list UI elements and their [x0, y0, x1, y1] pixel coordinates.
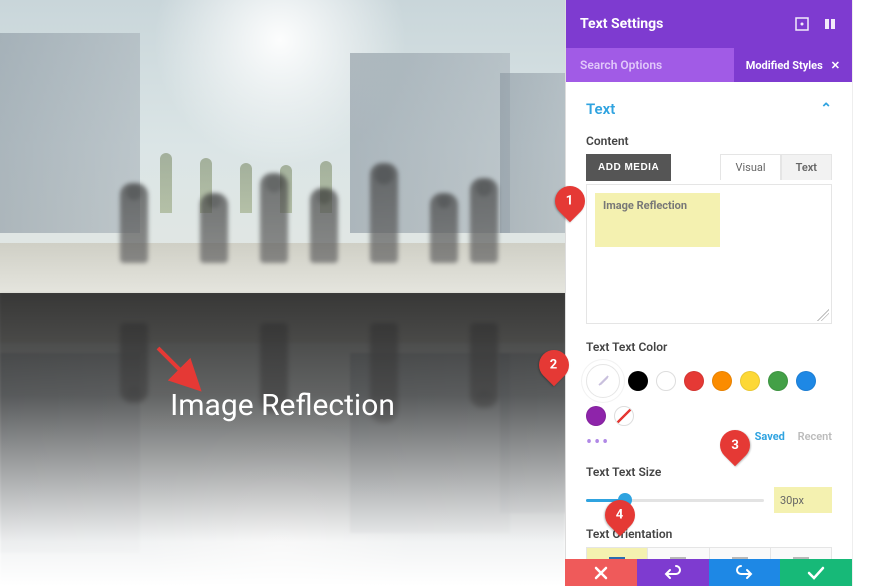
search-input[interactable]: Search Options [580, 58, 734, 72]
swatch-yellow[interactable] [740, 371, 760, 391]
menu-icon[interactable] [822, 16, 838, 32]
panel-title: Text Settings [580, 16, 663, 32]
chevron-up-icon: ⌃ [820, 101, 832, 117]
expand-icon[interactable] [794, 16, 810, 32]
overlay-text: Image Reflection [0, 388, 565, 423]
settings-panel: Text Settings Search Options Modified St… [565, 0, 852, 559]
color-swatches [586, 364, 832, 426]
preview-pane: Image Reflection [0, 0, 565, 586]
section-toggle-text[interactable]: Text ⌃ [586, 94, 832, 128]
recent-colors-tab[interactable]: Recent [798, 430, 832, 443]
align-left-button[interactable] [586, 547, 648, 559]
align-center-button[interactable] [647, 547, 709, 559]
editor-value: Image Reflection [595, 193, 720, 247]
align-right-button[interactable] [709, 547, 771, 559]
orientation-group [586, 547, 832, 559]
preview-image [0, 0, 565, 293]
save-button[interactable] [780, 559, 852, 586]
swatch-blue[interactable] [796, 371, 816, 391]
swatch-purple[interactable] [586, 406, 606, 426]
cancel-button[interactable] [565, 559, 637, 586]
undo-button[interactable] [637, 559, 709, 586]
swatch-black[interactable] [628, 371, 648, 391]
align-justify-button[interactable] [770, 547, 832, 559]
resize-handle[interactable] [817, 309, 829, 321]
content-label: Content [586, 134, 832, 148]
panel-header: Text Settings [566, 0, 852, 48]
badge-label: Modified Styles [746, 59, 823, 72]
content-editor[interactable]: Image Reflection [586, 184, 832, 324]
swatch-red[interactable] [684, 371, 704, 391]
swatch-green[interactable] [768, 371, 788, 391]
reflection-fade [0, 293, 565, 586]
section-title: Text [586, 100, 615, 118]
swatch-orange[interactable] [712, 371, 732, 391]
right-gutter [852, 0, 880, 586]
size-input[interactable]: 30px [774, 487, 832, 513]
tab-visual[interactable]: Visual [720, 154, 780, 180]
color-label: Text Text Color [586, 340, 832, 354]
modified-styles-badge[interactable]: Modified Styles ✕ [734, 48, 852, 82]
saved-colors-tab[interactable]: Saved [755, 430, 785, 443]
more-colors-button[interactable]: ••• [586, 430, 610, 455]
swatch-transparent[interactable] [614, 406, 634, 426]
add-media-button[interactable]: ADD MEDIA [586, 154, 671, 181]
panel-subheader: Search Options Modified Styles ✕ [566, 48, 852, 82]
close-icon[interactable]: ✕ [831, 59, 840, 72]
tab-text[interactable]: Text [781, 154, 832, 180]
color-picker-button[interactable] [586, 364, 620, 398]
size-label: Text Text Size [586, 465, 832, 479]
redo-button[interactable] [709, 559, 781, 586]
swatch-white[interactable] [656, 371, 676, 391]
action-bar [565, 559, 852, 586]
